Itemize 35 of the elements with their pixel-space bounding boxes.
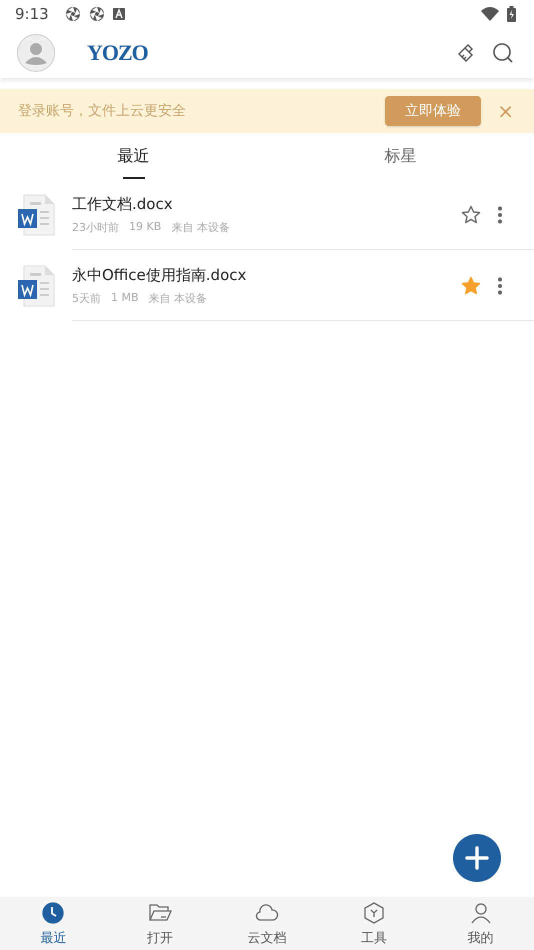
nav-item[interactable]: 打开: [106, 897, 214, 950]
file-size: 1 MB: [111, 290, 139, 306]
word-file-icon: [18, 264, 56, 306]
file-source: 来自 本设备: [148, 290, 208, 306]
font-icon: [112, 8, 125, 20]
nav-item[interactable]: 最近: [0, 897, 107, 950]
tab[interactable]: 标星: [267, 133, 534, 179]
nav-item[interactable]: 工具: [320, 897, 428, 950]
more-icon[interactable]: [497, 276, 503, 294]
file-source: 来自 本设备: [171, 220, 230, 234]
star-icon[interactable]: [461, 276, 481, 296]
more-icon[interactable]: [497, 206, 503, 224]
star-icon[interactable]: [461, 204, 481, 224]
nav-item[interactable]: 云文档: [214, 897, 320, 950]
app-logo: YOZO: [87, 40, 148, 66]
word-file-icon: [18, 194, 56, 236]
file-time: 5天前: [72, 290, 101, 306]
banner-text: 登录账号，文件上云更安全: [18, 102, 187, 120]
aperture-icon: [88, 6, 105, 22]
person-icon: [468, 900, 493, 924]
cube-icon: [362, 900, 386, 924]
file-name[interactable]: 工作文档.docx: [72, 194, 445, 214]
file-time: 23小时前: [72, 220, 119, 234]
add-button[interactable]: [453, 834, 501, 882]
tab[interactable]: 最近: [0, 133, 267, 179]
aperture-icon: [64, 6, 81, 22]
plus-icon: [465, 846, 489, 870]
battery-icon: [507, 6, 516, 22]
wifi-icon: [481, 7, 499, 21]
file-name[interactable]: 永中Office使用指南.docx: [72, 266, 445, 284]
search-icon[interactable]: [492, 42, 514, 64]
file-size: 19 KB: [129, 220, 162, 234]
clock-icon: [41, 900, 66, 924]
status-time: 9:13: [15, 5, 49, 23]
nav-item[interactable]: 我的: [427, 897, 534, 950]
